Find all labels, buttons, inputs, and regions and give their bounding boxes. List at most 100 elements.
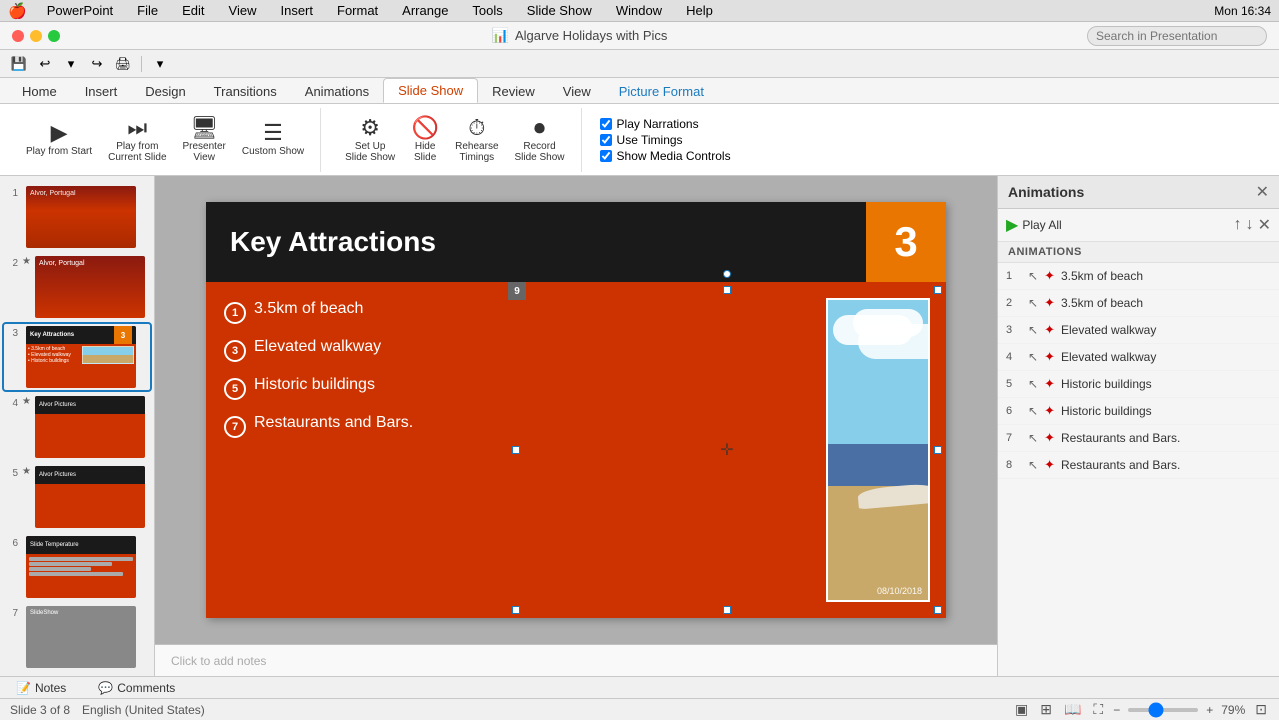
slide-canvas[interactable]: Key Attractions 3 1 3.5km of beach 3 Ele… — [206, 202, 946, 618]
bullet-text-1: 3.5km of beach — [254, 300, 363, 318]
custom-show-label: Custom Show — [242, 146, 304, 157]
photo-container[interactable]: 9 — [516, 290, 938, 610]
ribbon-group-settings: Play Narrations Use Timings Show Media C… — [590, 108, 741, 172]
menu-help[interactable]: Help — [682, 2, 717, 19]
setup-slideshow-button[interactable]: ⚙ Set UpSlide Show — [339, 115, 401, 165]
slide-thumb-7[interactable]: 7 SlideShow — [4, 604, 150, 670]
bullet-text-3: Historic buildings — [254, 376, 375, 394]
undo-button[interactable]: ↩ — [34, 54, 56, 74]
tab-insert[interactable]: Insert — [71, 80, 132, 103]
document-title: Algarve Holidays with Pics — [515, 28, 667, 43]
notes-tab[interactable]: 📝 Notes — [0, 679, 82, 697]
anim-item-4[interactable]: 4 ↖ ✦ Elevated walkway — [998, 344, 1279, 371]
anim-item-6[interactable]: 6 ↖ ✦ Historic buildings — [998, 398, 1279, 425]
bullet-text-4: Restaurants and Bars. — [254, 414, 413, 432]
slide-thumb-6[interactable]: 6 Slide Temperature — [4, 534, 150, 600]
slide-photo[interactable]: 08/10/2018 — [826, 298, 930, 602]
photo-badge: 9 — [508, 282, 526, 300]
tab-picture-format[interactable]: Picture Format — [605, 80, 718, 103]
slide-thumb-1[interactable]: 1 Alvor, Portugal — [4, 184, 150, 250]
tab-design[interactable]: Design — [131, 80, 199, 103]
handle-bot-center[interactable] — [723, 606, 731, 614]
use-timings-checkbox[interactable]: Use Timings — [600, 133, 731, 147]
print-button[interactable]: 🖨 — [112, 54, 134, 74]
photo-inner: 08/10/2018 — [828, 300, 928, 600]
search-input[interactable] — [1087, 26, 1267, 46]
handle-mid-left[interactable] — [512, 446, 520, 454]
redo-button[interactable]: ↪ — [86, 54, 108, 74]
undo-dropdown[interactable]: ▾ — [60, 54, 82, 74]
slide-thumb-5[interactable]: 5 ★ Alvor Pictures — [4, 464, 150, 530]
close-button[interactable] — [12, 30, 24, 42]
cloud-3 — [853, 309, 923, 337]
handle-top-right[interactable] — [934, 286, 942, 294]
anim-item-2[interactable]: 2 ↖ ✦ 3.5km of beach — [998, 290, 1279, 317]
apple-menu[interactable]: 🍎 — [8, 2, 27, 20]
handle-bot-left[interactable] — [512, 606, 520, 614]
save-button[interactable]: 💾 — [8, 54, 30, 74]
bullet-item-4: 7 Restaurants and Bars. — [224, 414, 504, 438]
slide-thumb-2[interactable]: 2 ★ Alvor, Portugal — [4, 254, 150, 320]
menu-arrange[interactable]: Arrange — [398, 2, 452, 19]
tab-view[interactable]: View — [549, 80, 605, 103]
anim-item-1[interactable]: 1 ↖ ✦ 3.5km of beach — [998, 263, 1279, 290]
menu-tools[interactable]: Tools — [468, 2, 506, 19]
photo-sand — [828, 486, 928, 600]
play-narrations-checkbox[interactable]: Play Narrations — [600, 117, 731, 131]
show-media-checkbox[interactable]: Show Media Controls — [600, 149, 731, 163]
handle-bot-right[interactable] — [934, 606, 942, 614]
slide-thumb-3[interactable]: 3 Key Attractions 3 • 3.5km of beach • E… — [4, 324, 150, 390]
anim-num-4: 4 — [1006, 351, 1022, 363]
customize-button[interactable]: ▾ — [149, 54, 171, 74]
anim-item-7[interactable]: 7 ↖ ✦ Restaurants and Bars. — [998, 425, 1279, 452]
menu-file[interactable]: File — [133, 2, 162, 19]
anim-num-6: 6 — [1006, 405, 1022, 417]
slide-preview-5: Alvor Pictures — [35, 466, 145, 528]
move-down-button[interactable]: ↓ — [1246, 215, 1254, 235]
anim-text-7: Restaurants and Bars. — [1061, 431, 1271, 445]
menu-edit[interactable]: Edit — [178, 2, 208, 19]
custom-show-button[interactable]: ☰ Custom Show — [236, 120, 310, 159]
anim-cursor-8: ↖ — [1028, 458, 1038, 472]
fullscreen-button[interactable] — [48, 30, 60, 42]
menu-insert[interactable]: Insert — [276, 2, 317, 19]
hide-slide-button[interactable]: 🚫 HideSlide — [405, 115, 445, 165]
rehearse-button[interactable]: ⏱ RehearseTimings — [449, 115, 504, 165]
menu-slideshow[interactable]: Slide Show — [523, 2, 596, 19]
presenter-view-button[interactable]: 🖥 PresenterView — [177, 115, 232, 165]
handle-top-center[interactable] — [723, 286, 731, 294]
comments-tab[interactable]: 💬 Comments — [82, 679, 191, 697]
minimize-button[interactable] — [30, 30, 42, 42]
notes-edit-area[interactable]: Click to add notes — [155, 644, 997, 676]
tab-home[interactable]: Home — [8, 80, 71, 103]
menu-view[interactable]: View — [225, 2, 261, 19]
rotate-handle[interactable] — [723, 270, 731, 278]
rehearse-icon: ⏱ — [468, 117, 485, 139]
remove-animation-button[interactable]: ✕ — [1258, 215, 1271, 235]
panel-close-button[interactable]: ✕ — [1256, 182, 1269, 202]
slide-panel[interactable]: 1 Alvor, Portugal 2 ★ Alvor, Portugal 3 … — [0, 176, 155, 676]
play-from-start-button[interactable]: ▶ Play from Start — [20, 120, 98, 159]
tab-animations[interactable]: Animations — [291, 80, 383, 103]
anim-star-4: ✦ — [1044, 349, 1055, 365]
hide-label: HideSlide — [414, 141, 436, 163]
move-up-button[interactable]: ↑ — [1234, 215, 1242, 235]
slide-number-6: 6 — [6, 538, 18, 549]
tab-transitions[interactable]: Transitions — [200, 80, 291, 103]
record-button[interactable]: ⏺ RecordSlide Show — [509, 115, 571, 165]
anim-item-5[interactable]: 5 ↖ ✦ Historic buildings — [998, 371, 1279, 398]
slide-thumb-4[interactable]: 4 ★ Alvor Pictures — [4, 394, 150, 460]
slide-edit-area[interactable]: Key Attractions 3 1 3.5km of beach 3 Ele… — [155, 176, 997, 644]
play-all-button[interactable]: ▶ Play All — [1006, 215, 1062, 235]
anim-item-3[interactable]: 3 ↖ ✦ Elevated walkway — [998, 317, 1279, 344]
anim-item-8[interactable]: 8 ↖ ✦ Restaurants and Bars. — [998, 452, 1279, 479]
menu-window[interactable]: Window — [612, 2, 666, 19]
handle-mid-right[interactable] — [934, 446, 942, 454]
anim-num-8: 8 — [1006, 459, 1022, 471]
play-from-current-button[interactable]: ⏭ Play fromCurrent Slide — [102, 115, 172, 165]
tab-slideshow[interactable]: Slide Show — [383, 78, 478, 103]
menu-format[interactable]: Format — [333, 2, 382, 19]
menu-powerpoint[interactable]: PowerPoint — [43, 2, 117, 19]
tab-review[interactable]: Review — [478, 80, 549, 103]
slide-preview-3: Key Attractions 3 • 3.5km of beach • Ele… — [26, 326, 136, 388]
